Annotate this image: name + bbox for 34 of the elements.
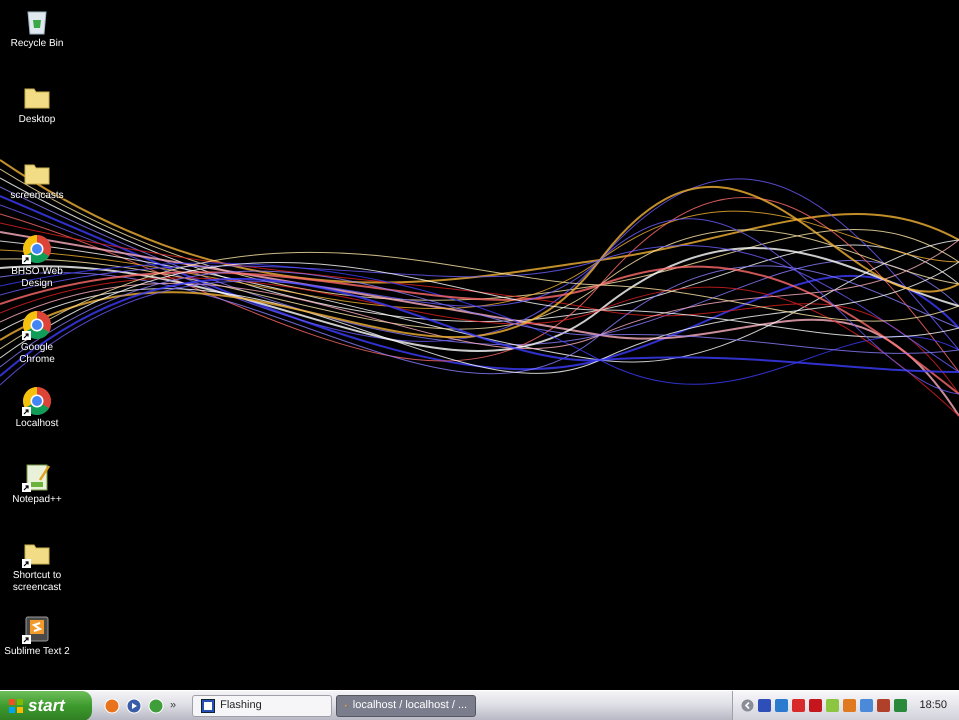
- chrome-logo-icon: [22, 386, 52, 416]
- desktop-icon-label[interactable]: Desktop: [3, 114, 71, 126]
- tray-icon[interactable]: [775, 699, 788, 712]
- desktop-icon-label[interactable]: Localhost: [3, 418, 71, 430]
- tray-icon[interactable]: [860, 699, 874, 712]
- torrent-logo-icon[interactable]: [148, 698, 164, 714]
- desktop-icon-label[interactable]: Sublime Text 2: [3, 646, 71, 658]
- tray-icon[interactable]: [894, 699, 908, 712]
- windows-logo-icon: [8, 698, 24, 714]
- start-button[interactable]: start: [0, 690, 92, 720]
- desktop-icon-label[interactable]: Shortcut to screencast: [3, 570, 71, 594]
- desktop-icon-label[interactable]: Recycle Bin: [3, 38, 71, 50]
- tray-icon[interactable]: [792, 699, 806, 712]
- tray-icon[interactable]: [809, 699, 822, 712]
- taskbar-window-button[interactable]: localhost / localhost / ...: [336, 694, 476, 716]
- chevron-left-icon[interactable]: [741, 699, 754, 712]
- play-icon[interactable]: [126, 698, 142, 714]
- shortcut-arrow-icon: [22, 483, 31, 492]
- taskbar-window-button[interactable]: Flashing: [192, 694, 332, 716]
- shortcut-arrow-icon: [22, 255, 31, 264]
- app-window-icon: [201, 698, 216, 712]
- tray-icon[interactable]: [843, 699, 856, 712]
- shortcut-arrow-icon: [22, 559, 31, 568]
- firefox-logo-icon[interactable]: [104, 698, 120, 714]
- shortcut-arrow-icon: [22, 331, 31, 340]
- desktop-icon-label[interactable]: Notepad++: [3, 494, 71, 506]
- more-chevron[interactable]: »: [170, 697, 176, 714]
- tray-icon[interactable]: [877, 699, 890, 712]
- chrome-logo-icon: [22, 310, 52, 340]
- clock[interactable]: 18:50: [919, 697, 947, 714]
- shortcut-arrow-icon: [22, 407, 31, 416]
- chrome-logo-icon: [22, 234, 52, 264]
- tray-icon[interactable]: [758, 699, 772, 712]
- shortcut-arrow-icon: [22, 635, 31, 644]
